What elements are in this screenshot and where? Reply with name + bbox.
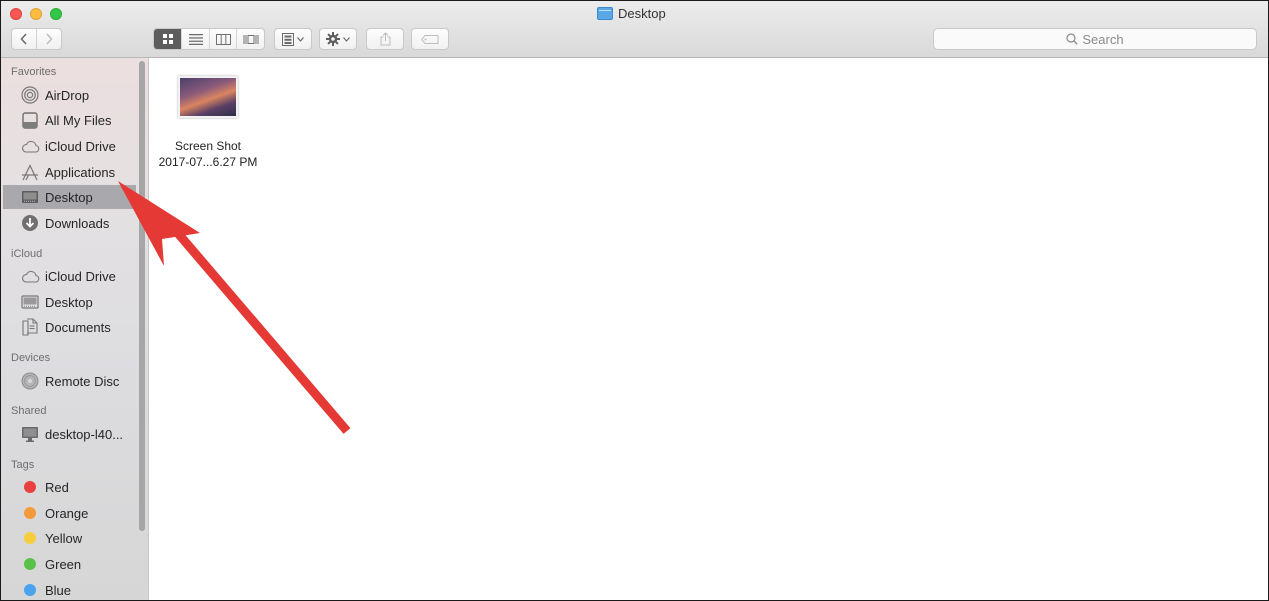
arrange-button[interactable] [274, 28, 312, 50]
sidebar-item-label: Downloads [45, 215, 110, 231]
window-controls [10, 8, 62, 20]
sidebar-section-favorites: Favorites [11, 66, 57, 78]
all-files-icon [20, 110, 40, 130]
applications-icon [20, 162, 40, 182]
sidebar-tag-red[interactable]: Red [3, 475, 136, 499]
forward-button[interactable] [36, 29, 61, 49]
sidebar-item-label: Remote Disc [45, 373, 120, 389]
sidebar-item-label: desktop-l40... [45, 426, 124, 442]
grid-icon [162, 34, 173, 44]
folder-icon [597, 7, 613, 20]
close-window-button[interactable] [10, 8, 22, 20]
sidebar-item-airdrop[interactable]: AirDrop [3, 83, 136, 107]
sidebar-item-label: Documents [45, 319, 111, 335]
sidebar-section-icloud: iCloud [11, 248, 43, 260]
desktop-icon [20, 187, 40, 207]
tag-button[interactable] [411, 28, 449, 50]
chevron-down-icon [343, 36, 350, 42]
search-input[interactable]: Search [933, 28, 1257, 50]
sidebar-section-shared: Shared [11, 405, 47, 417]
chevron-left-icon [20, 33, 27, 45]
orange-tag-dot-icon [24, 507, 36, 519]
sidebar-item-icloud-desktop[interactable]: Desktop [3, 290, 136, 314]
search-placeholder: Search [1082, 31, 1124, 47]
sidebar-item-label: Desktop [45, 294, 93, 310]
sidebar-tag-blue[interactable]: Blue [3, 578, 136, 600]
list-view-button[interactable] [181, 29, 209, 49]
airdrop-icon [20, 85, 40, 105]
sidebar-item-label: Yellow [45, 530, 83, 546]
gear-icon [326, 32, 340, 46]
navigation-buttons [11, 28, 62, 50]
sidebar-item-label: Red [45, 479, 69, 495]
sidebar-item-all-my-files[interactable]: All My Files [3, 108, 136, 132]
file-browser-content: Screen Shot 2017-07...6.27 PM [150, 59, 1268, 600]
downloads-icon [20, 213, 40, 233]
view-mode-selector [153, 28, 265, 50]
column-view-button[interactable] [208, 29, 237, 49]
sidebar-item-shared-computer[interactable]: desktop-l40... [3, 422, 136, 446]
sidebar-item-icloud-drive[interactable]: iCloud Drive [3, 134, 136, 158]
cover-flow-view-button[interactable] [236, 29, 264, 49]
action-button[interactable] [319, 28, 357, 50]
sidebar: Favorites AirDrop All My Files iCloud Dr… [1, 58, 149, 600]
columns-icon [215, 33, 231, 45]
sidebar-item-label: iCloud Drive [45, 268, 116, 284]
file-name-line-2: 2017-07...6.27 PM [158, 155, 258, 169]
red-tag-dot-icon [24, 481, 36, 493]
back-button[interactable] [12, 29, 36, 49]
sidebar-item-documents[interactable]: Documents [3, 315, 136, 339]
cover-flow-icon [243, 34, 259, 44]
window-title-text: Desktop [618, 6, 666, 21]
cloud-icon [20, 266, 40, 286]
sidebar-item-label: Green [45, 556, 82, 572]
sidebar-tag-yellow[interactable]: Yellow [3, 526, 136, 550]
icon-view-button[interactable] [154, 29, 182, 49]
sidebar-item-downloads[interactable]: Downloads [3, 211, 136, 235]
cloud-icon [20, 136, 40, 156]
minimize-window-button[interactable] [30, 8, 42, 20]
sidebar-item-label: Applications [45, 164, 116, 180]
yellow-tag-dot-icon [24, 532, 36, 544]
file-name: Screen Shot 2017-07...6.27 PM [158, 138, 258, 170]
toolbar: Desktop Search [1, 1, 1268, 58]
share-icon [380, 32, 390, 46]
desktop-icon [20, 292, 40, 312]
sidebar-item-icloud-drive-2[interactable]: iCloud Drive [3, 264, 136, 288]
sidebar-tag-green[interactable]: Green [3, 552, 136, 576]
sidebar-item-label: Blue [45, 582, 72, 598]
sidebar-section-tags: Tags [11, 459, 35, 471]
zoom-window-button[interactable] [50, 8, 62, 20]
sidebar-item-label: AirDrop [45, 87, 90, 103]
sidebar-tag-orange[interactable]: Orange [3, 501, 136, 525]
window-title: Desktop [597, 6, 666, 21]
sidebar-item-desktop[interactable]: Desktop [3, 185, 136, 209]
file-name-line-1: Screen Shot [174, 139, 242, 153]
share-button[interactable] [366, 28, 404, 50]
blue-tag-dot-icon [24, 584, 36, 596]
sidebar-item-label: Orange [45, 505, 89, 521]
documents-icon [20, 317, 40, 337]
finder-window: Desktop Search Favorites AirDrop All My … [0, 0, 1269, 601]
image-thumbnail-icon [178, 76, 238, 118]
tag-icon [421, 34, 439, 44]
disc-icon [20, 371, 40, 391]
sidebar-item-label: All My Files [45, 112, 112, 128]
sidebar-item-label: Desktop [45, 189, 93, 205]
sidebar-item-label: iCloud Drive [45, 138, 116, 154]
arrange-icon [282, 32, 294, 46]
chevron-right-icon [46, 33, 53, 45]
green-tag-dot-icon [24, 558, 36, 570]
search-icon [1066, 33, 1079, 45]
computer-icon [20, 424, 40, 444]
file-item-screenshot[interactable]: Screen Shot 2017-07...6.27 PM [158, 76, 258, 170]
list-icon [188, 34, 203, 45]
sidebar-item-applications[interactable]: Applications [3, 160, 136, 184]
sidebar-item-remote-disc[interactable]: Remote Disc [3, 369, 136, 393]
sidebar-scrollbar[interactable] [139, 61, 145, 531]
chevron-down-icon [297, 36, 304, 42]
sidebar-section-devices: Devices [11, 352, 51, 364]
